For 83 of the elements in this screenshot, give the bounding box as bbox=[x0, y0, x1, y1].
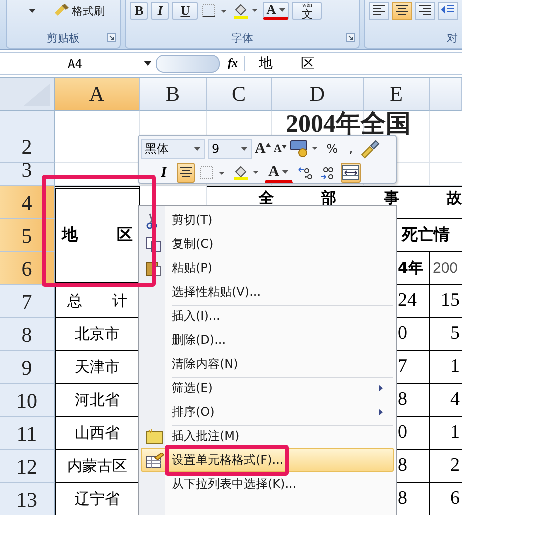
column-header[interactable]: C bbox=[207, 78, 272, 111]
decimal-icon bbox=[320, 166, 336, 180]
row-header[interactable]: 11 bbox=[0, 417, 55, 450]
shrink-font-button[interactable]: A bbox=[274, 143, 287, 155]
column-header[interactable]: A bbox=[55, 78, 140, 111]
dropdown-arrow-icon[interactable] bbox=[144, 61, 152, 66]
italic-button[interactable]: I bbox=[151, 2, 170, 20]
brush-icon bbox=[53, 4, 69, 18]
table-cell: 河北省 bbox=[55, 384, 140, 417]
row-header[interactable]: 2 bbox=[0, 111, 55, 163]
column-header[interactable]: B bbox=[140, 78, 207, 111]
caret-icon bbox=[282, 170, 290, 174]
align-button[interactable] bbox=[415, 2, 435, 20]
align-icon bbox=[372, 5, 386, 17]
format-painter-button[interactable]: 格式刷 bbox=[53, 4, 105, 18]
format-cells-icon bbox=[146, 453, 164, 469]
insert-function-button[interactable]: fx bbox=[220, 56, 245, 71]
money-icon[interactable] bbox=[290, 139, 320, 159]
indent-icon bbox=[441, 5, 455, 17]
font-dropdown[interactable]: 黑体 bbox=[141, 139, 205, 159]
percent-button[interactable]: % bbox=[322, 142, 342, 156]
merge-icon bbox=[342, 165, 360, 181]
center-button[interactable] bbox=[177, 163, 195, 183]
table-cell: 内蒙古区 bbox=[55, 450, 140, 483]
bold-button[interactable]: B bbox=[130, 2, 148, 20]
row-header[interactable]: 12 bbox=[0, 450, 55, 483]
table-header-cell[interactable]: 地 区 bbox=[55, 186, 140, 285]
group-label: 字体 bbox=[232, 30, 254, 46]
comma-button[interactable]: , bbox=[345, 142, 358, 156]
down-triangle-icon bbox=[282, 145, 287, 149]
font-color-button[interactable]: A bbox=[263, 2, 290, 20]
group-label: 剪贴板 bbox=[47, 30, 80, 46]
align-icon bbox=[418, 5, 432, 17]
font-color-button[interactable]: A bbox=[265, 163, 293, 183]
table-cell: 总 计 bbox=[55, 285, 140, 318]
table-cell: 山西省 bbox=[55, 417, 140, 450]
group-label: 对 bbox=[447, 30, 458, 46]
resize-handle[interactable] bbox=[156, 54, 220, 72]
caret-icon bbox=[194, 147, 201, 151]
scissors-icon bbox=[146, 213, 158, 229]
brush-icon[interactable] bbox=[360, 139, 380, 159]
grow-font-button[interactable]: A bbox=[255, 140, 271, 158]
formula-field[interactable]: 地 区 bbox=[245, 54, 462, 72]
launcher-icon[interactable] bbox=[107, 33, 116, 42]
border-icon bbox=[200, 166, 226, 180]
table-cell: 北京市 bbox=[55, 318, 140, 351]
align-icon bbox=[179, 166, 193, 180]
launcher-icon[interactable] bbox=[346, 33, 355, 42]
row-header[interactable]: 10 bbox=[0, 384, 55, 417]
caret-icon bbox=[279, 8, 286, 12]
up-triangle-icon bbox=[266, 142, 271, 146]
column-header[interactable]: E bbox=[364, 78, 430, 111]
decimal-icon bbox=[298, 166, 314, 180]
fill-color-icon[interactable] bbox=[232, 2, 260, 20]
row-header[interactable]: 8 bbox=[0, 318, 55, 351]
border-icon[interactable] bbox=[201, 3, 230, 19]
size-dropdown[interactable]: 9 bbox=[208, 139, 252, 159]
submenu-arrow-icon bbox=[379, 385, 383, 392]
merge-button[interactable] bbox=[341, 163, 361, 183]
submenu-arrow-icon bbox=[379, 409, 383, 416]
align-button[interactable] bbox=[369, 2, 389, 20]
underline-button[interactable]: U bbox=[172, 2, 198, 20]
row-header[interactable]: 3 bbox=[0, 163, 55, 186]
table-cell: 天津市 bbox=[55, 351, 140, 384]
menu-item[interactable]: 设置单元格格式(F)... bbox=[141, 448, 394, 472]
align-icon bbox=[395, 5, 409, 17]
indent-button[interactable] bbox=[438, 2, 458, 20]
row-header[interactable]: 13 bbox=[0, 483, 55, 515]
row-header[interactable]: 7 bbox=[0, 285, 55, 318]
caret-icon bbox=[241, 147, 248, 151]
note-icon bbox=[146, 429, 164, 445]
row-header[interactable]: 9 bbox=[0, 351, 55, 384]
copy-icon bbox=[146, 237, 162, 253]
row-header[interactable]: 6 bbox=[0, 252, 55, 285]
sheet-title: 2004年全国 bbox=[285, 111, 411, 139]
column-header[interactable]: D bbox=[272, 78, 364, 111]
name-box[interactable]: A4 bbox=[0, 53, 148, 74]
fill-color-icon bbox=[232, 165, 260, 181]
dropdown-arrow-icon[interactable] bbox=[29, 9, 36, 13]
row-header[interactable]: 5 bbox=[0, 219, 55, 252]
align-button[interactable] bbox=[392, 2, 412, 20]
row-header[interactable]: 4 bbox=[0, 186, 55, 219]
italic-button[interactable]: I bbox=[155, 163, 173, 183]
